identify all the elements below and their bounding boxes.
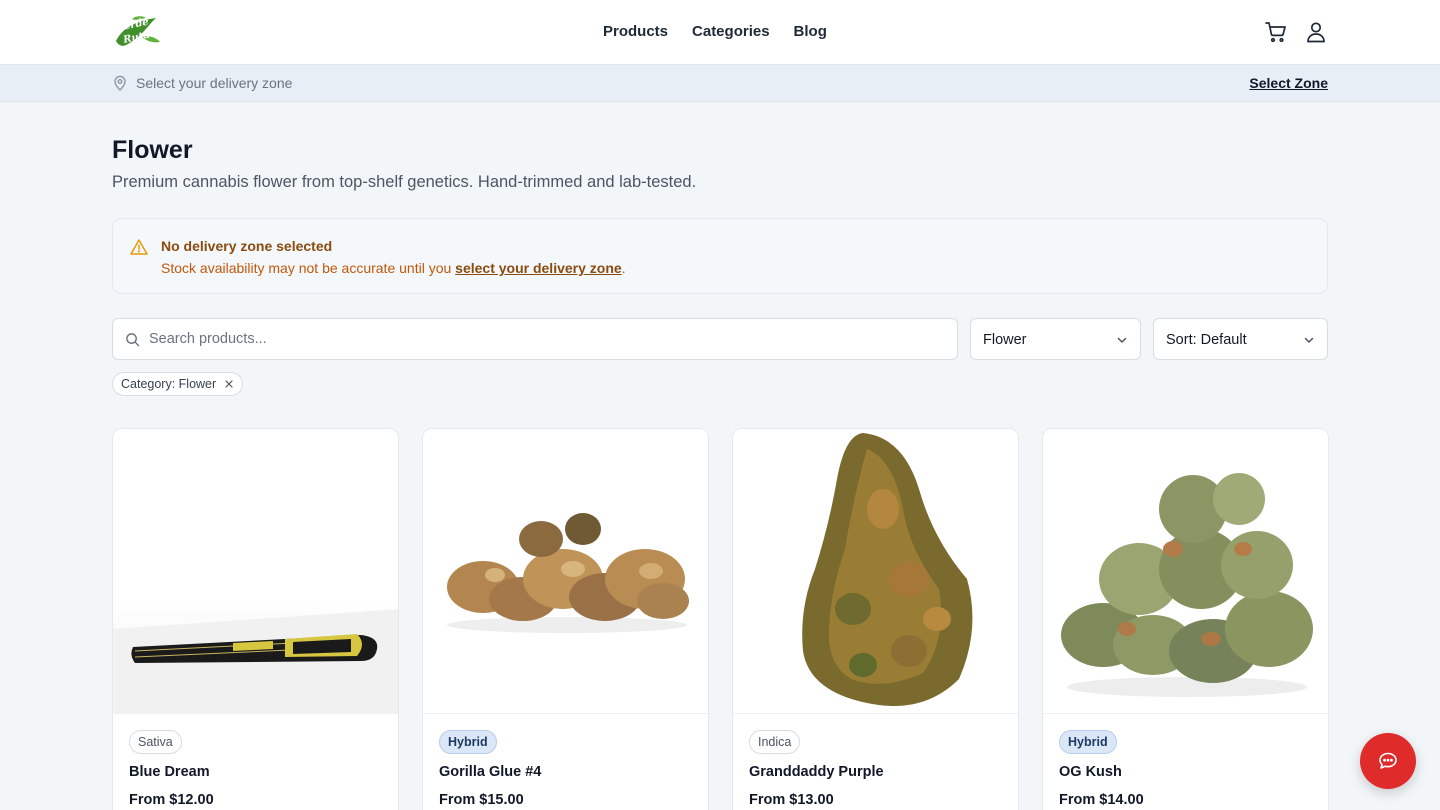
product-price: From $12.00: [129, 792, 214, 808]
chevron-down-icon: [1117, 337, 1127, 343]
sort-select-value: Sort: Default: [1166, 332, 1247, 348]
strain-badge: Indica: [749, 730, 801, 754]
product-price: From $13.00: [749, 792, 834, 808]
product-image-nug: [733, 429, 1018, 713]
product-card[interactable]: Sativa Blue Dream From $12.00: [112, 428, 399, 810]
strain-badge: Hybrid: [439, 730, 497, 754]
category-select-value: Flower: [983, 332, 1027, 348]
active-filter-chip: Category: Flower: [112, 372, 244, 396]
zone-prompt: Select your delivery zone: [136, 75, 293, 91]
product-image-pre-roll: [113, 429, 398, 713]
product-name: OG Kush: [1059, 764, 1122, 780]
product-image-buds: [1043, 429, 1328, 713]
card-divider: [1043, 713, 1328, 714]
card-divider: [113, 713, 398, 714]
delivery-zone-alert: No delivery zone selected Stock availabi…: [112, 218, 1328, 294]
alert-title: No delivery zone selected: [161, 238, 333, 254]
card-divider: [733, 713, 1018, 714]
search-icon: [126, 333, 140, 347]
alert-body-suffix: .: [621, 260, 626, 276]
product-name: Gorilla Glue #4: [439, 764, 542, 780]
chat-button[interactable]: [1360, 733, 1416, 789]
page-subtitle: Premium cannabis flower from top-shelf g…: [112, 173, 697, 191]
verde-ruta-logo[interactable]: Verde Ruta: [112, 15, 162, 49]
nav-blog[interactable]: Blog: [794, 22, 827, 42]
search-input[interactable]: [149, 319, 939, 359]
alert-zone-link[interactable]: select your delivery zone: [455, 260, 622, 276]
product-name: Blue Dream: [129, 764, 210, 780]
alert-body: Stock availability may not be accurate u…: [161, 259, 626, 277]
nav-categories[interactable]: Categories: [692, 22, 770, 42]
strain-badge: Hybrid: [1059, 730, 1117, 754]
product-price: From $15.00: [439, 792, 524, 808]
user-icon[interactable]: [1304, 20, 1328, 44]
nav-products[interactable]: Products: [603, 22, 668, 42]
close-icon[interactable]: [225, 380, 233, 388]
category-select[interactable]: Flower: [970, 318, 1141, 360]
card-divider: [423, 713, 708, 714]
chat-bubble-icon: [1379, 752, 1397, 769]
alert-body-prefix: Stock availability may not be accurate u…: [161, 260, 456, 276]
map-pin-icon: [114, 75, 126, 91]
product-name: Granddaddy Purple: [749, 764, 884, 780]
product-image-buds: [423, 429, 708, 713]
chip-label: Category: Flower: [121, 377, 217, 391]
product-card[interactable]: Hybrid Gorilla Glue #4 From $15.00: [422, 428, 709, 810]
strain-badge: Sativa: [129, 730, 182, 754]
warning-icon: [130, 239, 148, 255]
product-price: From $14.00: [1059, 792, 1144, 808]
chevron-down-icon: [1304, 337, 1314, 343]
main-nav: Products Categories Blog: [603, 22, 827, 42]
cart-icon[interactable]: [1264, 20, 1288, 44]
top-header: Verde Ruta Products Categories Blog: [0, 0, 1440, 65]
select-zone-link[interactable]: Select Zone: [1249, 74, 1328, 92]
delivery-zone-bar: Select your delivery zone Select Zone: [0, 65, 1440, 102]
search-box: [112, 318, 958, 360]
product-card[interactable]: Hybrid OG Kush From $14.00: [1042, 428, 1329, 810]
page-title: Flower: [112, 136, 193, 164]
product-card[interactable]: Indica Granddaddy Purple From $13.00: [732, 428, 1019, 810]
sort-select[interactable]: Sort: Default: [1153, 318, 1328, 360]
